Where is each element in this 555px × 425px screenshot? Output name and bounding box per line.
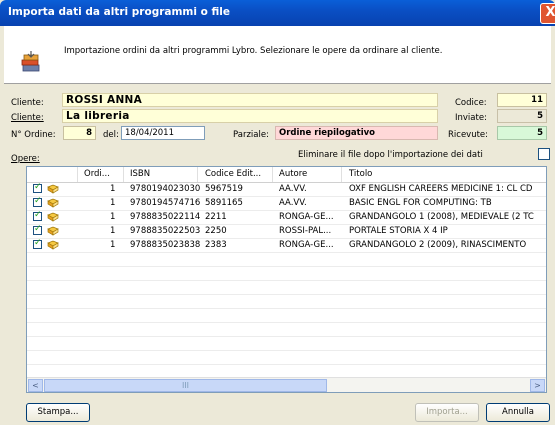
header-panel: Importazione ordini da altri programmi L… [4,26,551,84]
cell-titolo: GRANDANGOLO 2 (2009), RINASCIMENTO [349,240,527,250]
empty-row [27,351,546,365]
annulla-button[interactable]: Annulla [486,403,550,422]
col-ordi[interactable]: Ordi... [84,169,110,179]
row-checkbox[interactable]: ✓ [33,210,42,221]
col-isbn[interactable]: ISBN [130,169,150,179]
import-books-icon [21,51,40,72]
date-field[interactable]: 18/04/2011 [121,126,205,140]
parziale-label: Parziale: [233,130,269,140]
table-header: Ordi... ISBN Codice Edit... Autore Titol… [27,167,546,183]
row-checkbox[interactable]: ✓ [33,224,42,235]
codice-field[interactable]: 11 [497,93,547,107]
col-codice[interactable]: Codice Edit... [205,169,261,179]
cell-qty: 1 [110,212,116,222]
book-icon [47,226,59,236]
cell-qty: 1 [110,226,116,236]
cell-isbn: 9780194574716 [130,198,201,208]
ordine-label: N° Ordine: [11,130,56,140]
cell-codice: 2250 [205,226,227,236]
col-titolo[interactable]: Titolo [349,169,372,179]
book-icon [47,184,59,194]
empty-row [27,337,546,351]
cell-isbn: 9788835022503 [130,226,201,236]
empty-row [27,295,546,309]
col-autore[interactable]: Autore [279,169,307,179]
cell-qty: 1 [110,198,116,208]
book-icon [47,240,59,250]
importa-button[interactable]: Importa... [415,403,479,422]
cell-qty: 1 [110,184,116,194]
ricevute-field[interactable]: 5 [497,126,547,140]
opere-label: Opere: [11,154,40,164]
del-label: del: [103,130,119,140]
empty-row [27,281,546,295]
book-icon [47,212,59,222]
eliminare-label: Eliminare il file dopo l'importazione de… [298,150,483,160]
row-checkbox[interactable]: ✓ [33,196,42,207]
eliminare-checkbox[interactable] [538,148,550,160]
table-row[interactable]: ✓ 1 9780194023030 5967519 AA.VV. OXF ENG… [27,182,546,197]
scroll-thumb[interactable]: III [44,379,327,392]
empty-row [27,323,546,337]
empty-row [27,309,546,323]
cell-autore: RONGA-GE... [279,240,334,250]
title-bar[interactable]: Importa dati da altri programmi o file X [0,0,555,26]
horizontal-scrollbar[interactable]: < III > [27,377,546,392]
cell-autore: AA.VV. [279,184,307,194]
libreria-field[interactable]: La libreria [62,109,438,123]
cell-isbn: 9788835023838 [130,240,201,250]
ordine-number-field[interactable]: 8 [63,126,96,140]
ricevute-label: Ricevute: [448,130,489,140]
cell-titolo: GRANDANGOLO 1 (2008), MEDIEVALE (2 TC [349,212,534,222]
scroll-left-icon[interactable]: < [28,379,43,392]
scroll-right-icon[interactable]: > [530,379,545,392]
window-title: Importa dati da altri programmi o file [8,6,230,18]
cliente-label: Cliente: [11,98,44,108]
close-icon[interactable]: X [540,3,555,24]
table-row[interactable]: ✓ 1 9788835022114 2211 RONGA-GE... GRAND… [27,210,546,225]
empty-row [27,253,546,267]
cell-autore: ROSSI-PAL... [279,226,332,236]
table-row[interactable]: ✓ 1 9788835022503 2250 ROSSI-PAL... PORT… [27,224,546,239]
opere-table: Ordi... ISBN Codice Edit... Autore Titol… [26,166,547,393]
inviate-field[interactable]: 5 [497,109,547,123]
cell-isbn: 9788835022114 [130,212,201,222]
inviate-label: Inviate: [455,113,487,123]
empty-row [27,267,546,281]
cliente-name-field[interactable]: ROSSI ANNA [62,93,438,107]
parziale-field[interactable]: Ordine riepilogativo [275,126,438,140]
import-dialog: Importa dati da altri programmi o file X… [0,0,555,425]
header-description: Importazione ordini da altri programmi L… [64,46,443,56]
cell-titolo: OXF ENGLISH CAREERS MEDICINE 1: CL CD [349,184,533,194]
book-icon [47,198,59,208]
cell-autore: AA.VV. [279,198,307,208]
stampa-button[interactable]: Stampa... [26,403,90,422]
cell-codice: 2383 [205,240,227,250]
cliente-libreria-label: Cliente: [11,113,44,123]
cell-isbn: 9780194023030 [130,184,201,194]
cell-qty: 1 [110,240,116,250]
cell-codice: 5967519 [205,184,243,194]
codice-label: Codice: [455,98,487,108]
table-row[interactable]: ✓ 1 9780194574716 5891165 AA.VV. BASIC E… [27,196,546,211]
cell-autore: RONGA-GE... [279,212,334,222]
cell-codice: 5891165 [205,198,243,208]
row-checkbox[interactable]: ✓ [33,238,42,249]
cell-titolo: BASIC ENGL FOR COMPUTING: TB [349,198,492,208]
table-row[interactable]: ✓ 1 9788835023838 2383 RONGA-GE... GRAND… [27,238,546,253]
cell-codice: 2211 [205,212,227,222]
row-checkbox[interactable]: ✓ [33,182,42,193]
cell-titolo: PORTALE STORIA X 4 IP [349,226,448,236]
